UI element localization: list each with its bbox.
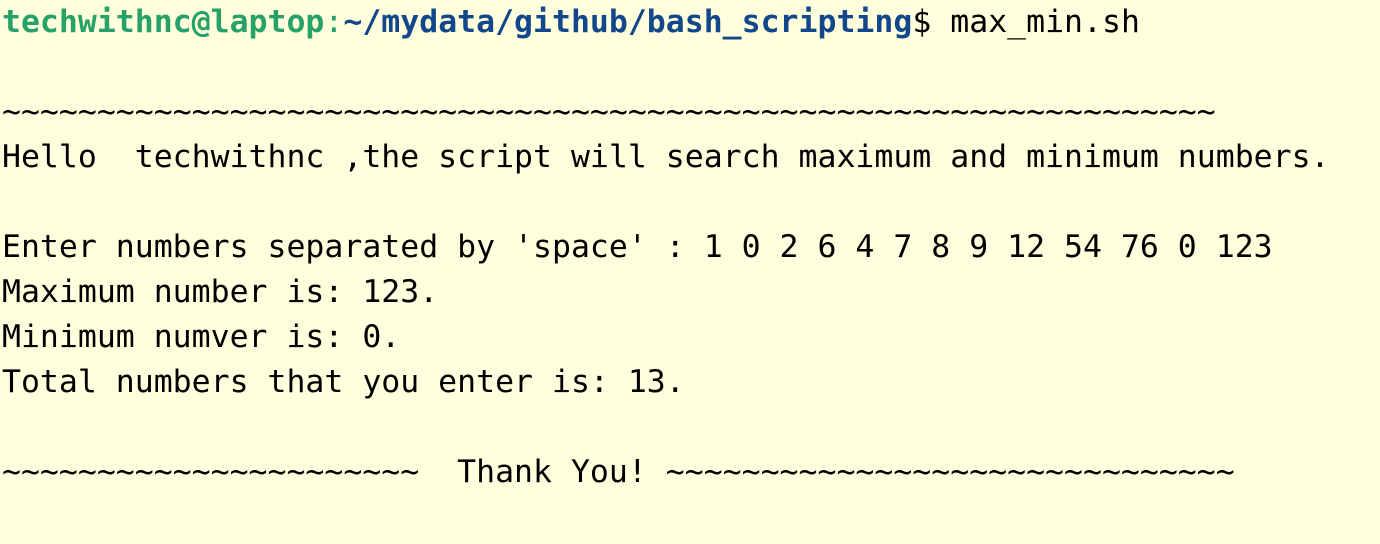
input-line: Enter numbers separated by 'space' : 1 0… xyxy=(2,229,1273,265)
min-result-line: Minimum numver is: 0. xyxy=(2,319,401,355)
command-text: max_min.sh xyxy=(931,4,1140,40)
prompt-line: techwithnc@laptop:~/mydata/github/bash_s… xyxy=(2,0,1380,45)
greeting-line: Hello techwithnc ,the script will search… xyxy=(2,139,1330,175)
separator-top: ~~~~~~~~~~~~~~~~~~~~~~~~~~~~~~~~~~~~~~~~… xyxy=(2,94,1216,130)
prompt-user-host: techwithnc@laptop xyxy=(2,4,325,40)
max-result-line: Maximum number is: 123. xyxy=(2,274,439,310)
terminal-window[interactable]: techwithnc@laptop:~/mydata/github/bash_s… xyxy=(0,0,1380,544)
prompt-path: ~/mydata/github/bash_scripting xyxy=(343,4,913,40)
prompt-separator: : xyxy=(324,4,344,40)
total-result-line: Total numbers that you enter is: 13. xyxy=(2,364,685,400)
prompt-symbol: $ xyxy=(912,4,932,40)
footer-line: ~~~~~~~~~~~~~~~~~~~~~~ Thank You! ~~~~~~… xyxy=(2,454,1235,490)
